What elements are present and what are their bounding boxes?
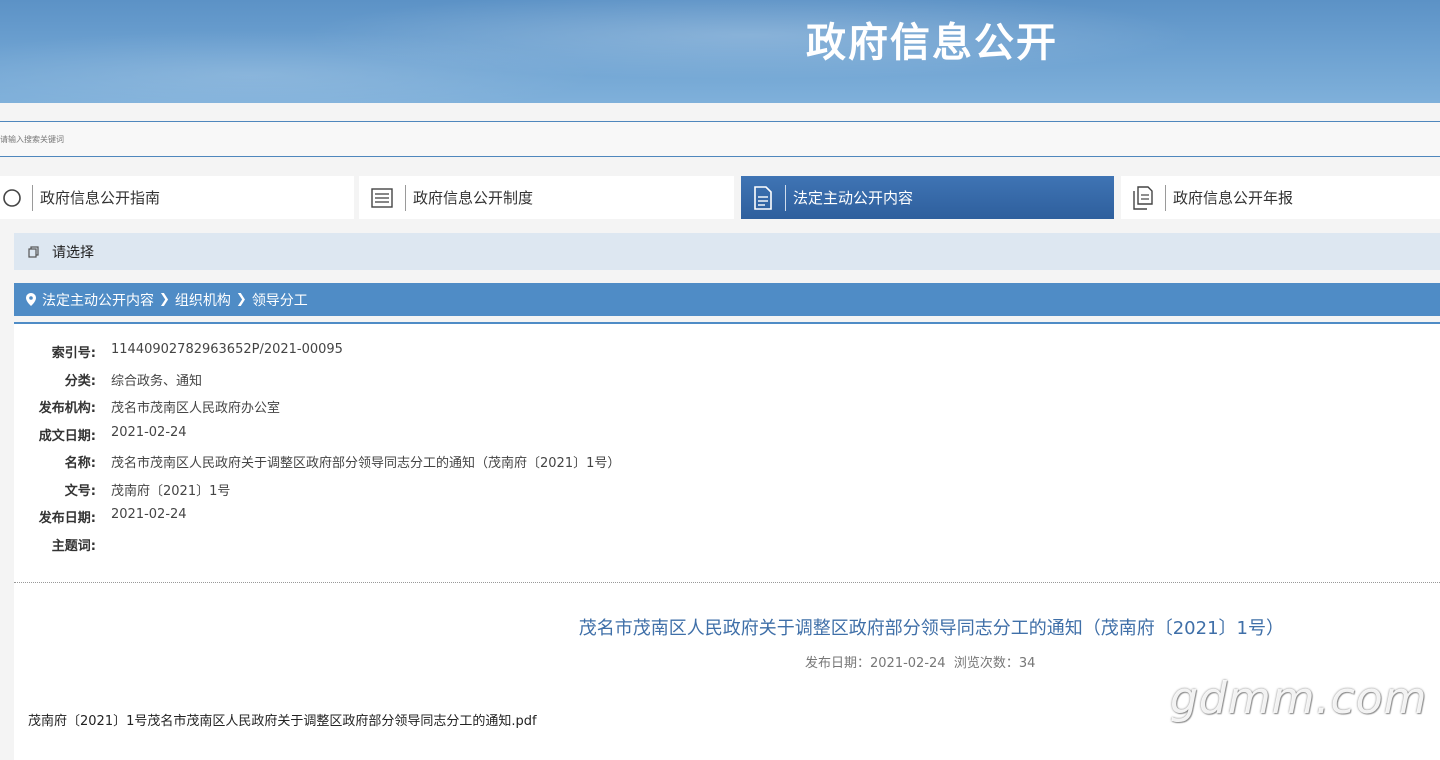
header-banner: 政府信息公开: [0, 0, 1440, 103]
tab-annual-report[interactable]: 政府信息公开年报: [1121, 176, 1440, 219]
view-count-label: 浏览次数：: [953, 656, 1019, 671]
tab-divider: [1165, 184, 1166, 211]
chevron-right-icon: ❯: [159, 292, 170, 307]
tab-statutory-content[interactable]: 法定主动公开内容: [741, 176, 1114, 219]
document-icon: [741, 176, 785, 219]
publish-date-label: 发布日期：: [805, 656, 871, 671]
category-select[interactable]: 请选择: [14, 233, 1440, 270]
meta-value: 11440902782963652P/2021-00095: [111, 342, 343, 357]
meta-key: 名称:: [64, 456, 96, 471]
meta-key: 分类:: [64, 373, 96, 389]
watermark: gdmm.com: [1170, 673, 1428, 724]
tab-divider: [785, 184, 786, 211]
tab-divider: [32, 184, 33, 211]
tab-guide[interactable]: 政府信息公开指南: [0, 176, 354, 219]
files-icon: [1121, 176, 1165, 219]
meta-key: 发布日期:: [38, 511, 96, 526]
view-count: 34: [1018, 656, 1036, 671]
location-pin-icon: [26, 293, 36, 306]
meta-value: 综合政务、通知: [111, 373, 203, 389]
breadcrumb-link-organization[interactable]: 组织机构: [175, 290, 231, 310]
meta-key: 发布机构:: [38, 401, 96, 416]
meta-value: 茂名市茂南区人民政府办公室: [111, 401, 281, 416]
compass-icon: [0, 176, 32, 219]
tab-label: 法定主动公开内容: [793, 189, 914, 207]
meta-value: 茂南府〔2021〕1号: [111, 483, 231, 499]
search-input[interactable]: [0, 122, 600, 156]
meta-key: 索引号:: [51, 346, 96, 361]
select-label: 请选择: [52, 244, 94, 261]
meta-value: 2021-02-24: [111, 507, 187, 522]
meta-value: 2021-02-24: [111, 424, 187, 440]
tab-policy[interactable]: 政府信息公开制度: [359, 176, 734, 219]
divider: [14, 582, 1440, 583]
breadcrumb-link-statutory[interactable]: 法定主动公开内容: [42, 290, 154, 310]
list-icon: [359, 176, 405, 219]
meta-key: 文号:: [64, 483, 96, 499]
document-title: 茂名市茂南区人民政府关于调整区政府部分领导同志分工的通知（茂南府〔2021〕1号…: [578, 618, 1284, 639]
tab-divider: [405, 184, 406, 211]
page-title: 政府信息公开: [806, 20, 1058, 66]
tab-label: 政府信息公开指南: [40, 189, 161, 207]
tab-label: 政府信息公开制度: [413, 189, 534, 207]
meta-value: 茂名市茂南区人民政府关于调整区政府部分领导同志分工的通知（茂南府〔2021〕1号…: [111, 456, 621, 471]
attachment-link[interactable]: 茂南府〔2021〕1号茂名市茂南区人民政府关于调整区政府部分领导同志分工的通知.…: [28, 710, 537, 729]
meta-key: 成文日期:: [38, 428, 96, 444]
breadcrumb-link-leadership[interactable]: 领导分工: [252, 290, 308, 310]
search-bar: [0, 121, 1440, 157]
copy-icon: [28, 245, 44, 258]
meta-key: 主题词:: [51, 538, 96, 554]
tab-label: 政府信息公开年报: [1173, 189, 1294, 207]
chevron-right-icon: ❯: [235, 292, 247, 307]
banner-decoration: [0, 30, 600, 103]
breadcrumb: 法定主动公开内容 ❯ 组织机构 ❯ 领导分工: [14, 283, 1440, 316]
publish-date: 2021-02-24: [870, 656, 946, 671]
